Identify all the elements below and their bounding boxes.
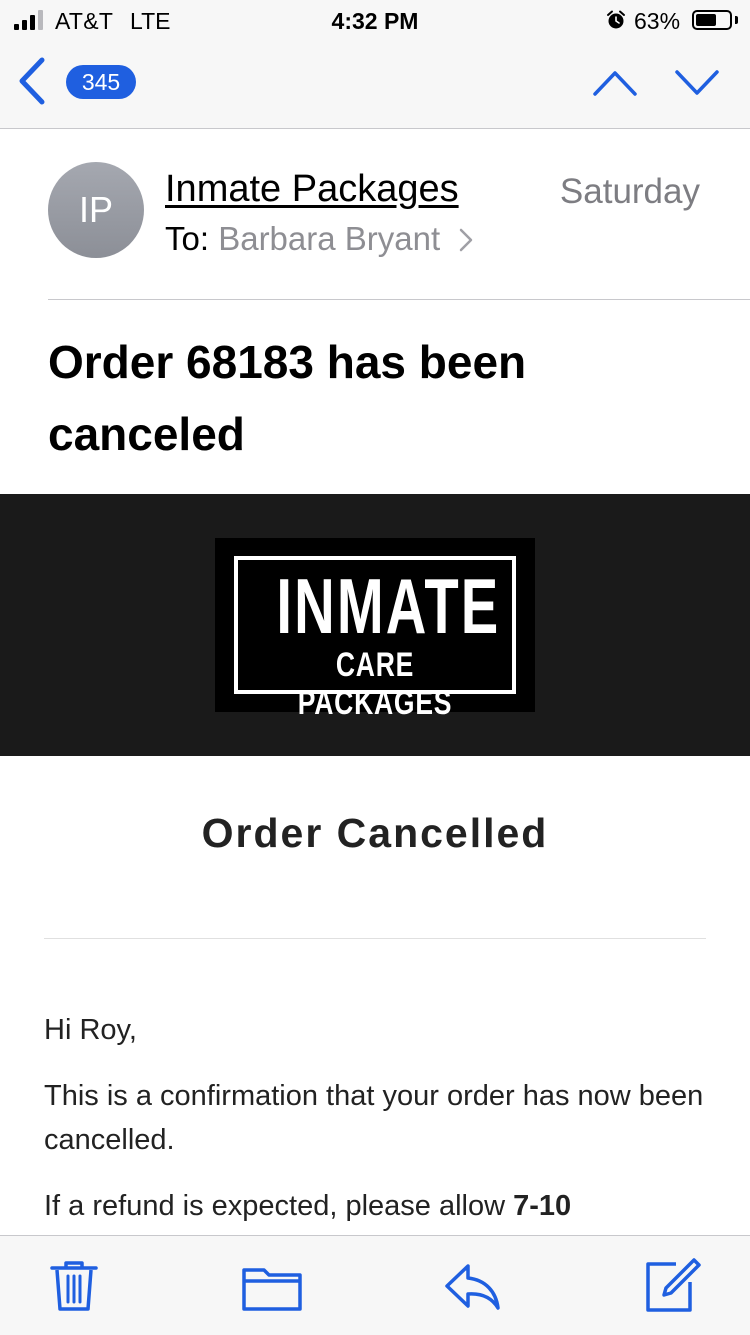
to-label: To: xyxy=(165,220,210,257)
recipient-line[interactable]: To: Barbara Bryant xyxy=(165,220,473,258)
header-divider xyxy=(48,299,750,300)
logo-frame: INMATE CARE PACKAGES xyxy=(234,556,516,722)
sender-name[interactable]: Inmate Packages xyxy=(165,168,459,211)
folder-icon[interactable] xyxy=(242,1256,302,1316)
order-status-heading: Order Cancelled xyxy=(201,810,549,856)
email-date: Saturday xyxy=(559,172,700,211)
battery-percent: 63% xyxy=(634,8,681,34)
chevron-down-icon[interactable] xyxy=(674,68,720,98)
greeting-text: Hi Roy, xyxy=(44,1014,137,1046)
navigation-bar: 345 xyxy=(0,40,750,129)
refund-days: 7-10 xyxy=(513,1190,572,1222)
status-bar: AT&T LTE 4:32 PM 63% xyxy=(0,0,750,40)
refund-text: If a refund is expected, please allow xyxy=(44,1190,506,1222)
brand-banner: INMATE CARE PACKAGES xyxy=(0,494,750,756)
email-subject: Order 68183 has been canceled xyxy=(48,336,527,460)
chevron-up-icon[interactable] xyxy=(592,68,638,98)
compose-icon[interactable] xyxy=(642,1256,702,1316)
body-divider xyxy=(44,938,706,939)
logo-text-main: INMATE xyxy=(276,562,501,650)
chevron-left-icon[interactable] xyxy=(14,56,50,106)
battery-tip xyxy=(735,16,738,24)
confirmation-paragraph: This is a confirmation that your order h… xyxy=(44,1080,704,1156)
recipient-name[interactable]: Barbara Bryant xyxy=(218,220,440,257)
brand-logo: INMATE CARE PACKAGES xyxy=(215,538,535,722)
alarm-icon xyxy=(607,10,625,29)
reply-icon[interactable] xyxy=(442,1256,502,1316)
unread-count-badge[interactable]: 345 xyxy=(66,65,136,99)
logo-text-sub: CARE PACKAGES xyxy=(297,646,453,722)
refund-paragraph: If a refund is expected, please allow 7-… xyxy=(44,1184,714,1228)
bottom-toolbar xyxy=(0,1235,750,1335)
battery-level xyxy=(696,14,717,26)
sender-avatar: IP xyxy=(48,162,144,258)
trash-icon[interactable] xyxy=(44,1256,104,1316)
chevron-right-icon xyxy=(460,228,473,252)
battery-icon xyxy=(692,10,732,30)
